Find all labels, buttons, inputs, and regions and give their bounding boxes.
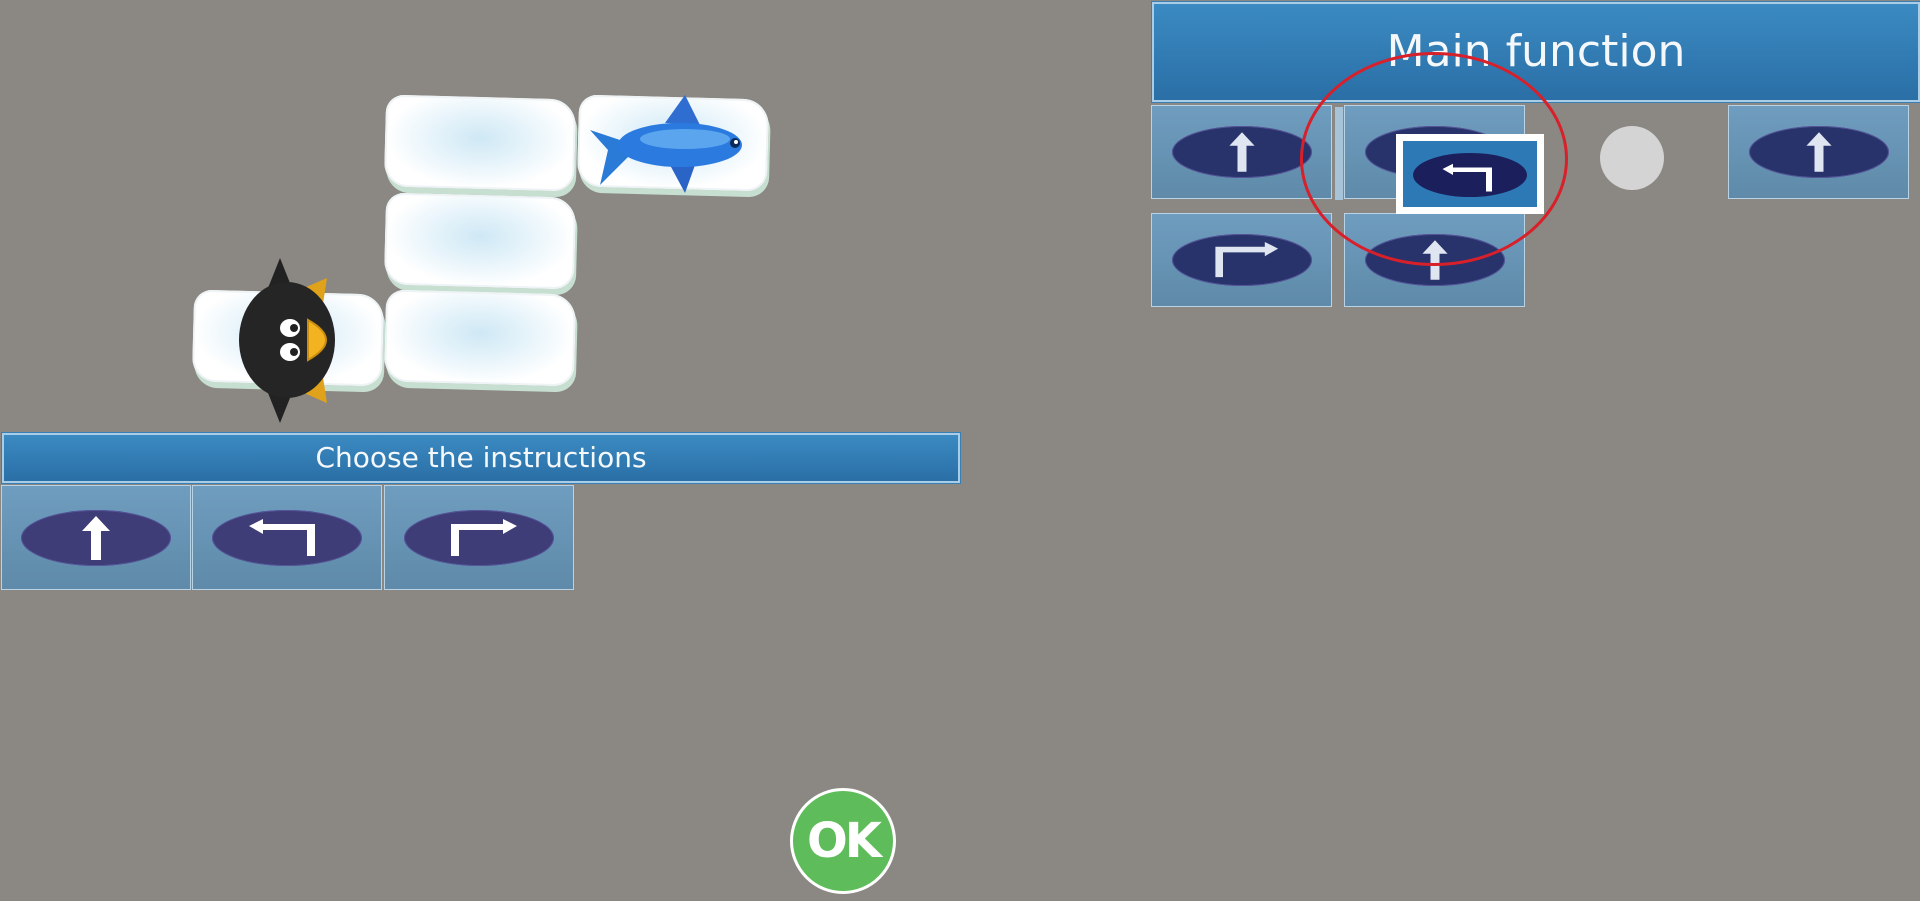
instructions-banner: Choose the instructions <box>2 433 960 483</box>
forward-arrow-icon <box>1228 132 1255 172</box>
instructions-title: Choose the instructions <box>315 441 647 474</box>
ice-tile <box>383 192 577 290</box>
ok-button[interactable]: OK <box>790 788 896 894</box>
turn-right-arrow-icon <box>1214 241 1278 278</box>
program-slot-3[interactable] <box>1728 105 1909 199</box>
turn-left-arrow-icon <box>249 518 315 556</box>
ice-tile <box>383 289 577 387</box>
forward-arrow-icon <box>1805 132 1832 172</box>
fish-icon <box>590 95 742 193</box>
highlight-circle <box>1300 52 1568 266</box>
empty-slot-indicator <box>1600 126 1664 190</box>
ok-label: OK <box>807 813 882 869</box>
penguin-icon <box>239 258 335 423</box>
main-function-banner: Main function <box>1152 2 1920 102</box>
forward-arrow-icon <box>82 515 110 560</box>
turn-right-arrow-icon <box>451 518 517 556</box>
instruction-turn-left[interactable] <box>192 485 382 590</box>
program-slot-4[interactable] <box>1151 213 1332 307</box>
instruction-forward[interactable] <box>1 485 191 590</box>
ice-tile <box>383 94 577 192</box>
instruction-turn-right[interactable] <box>384 485 574 590</box>
